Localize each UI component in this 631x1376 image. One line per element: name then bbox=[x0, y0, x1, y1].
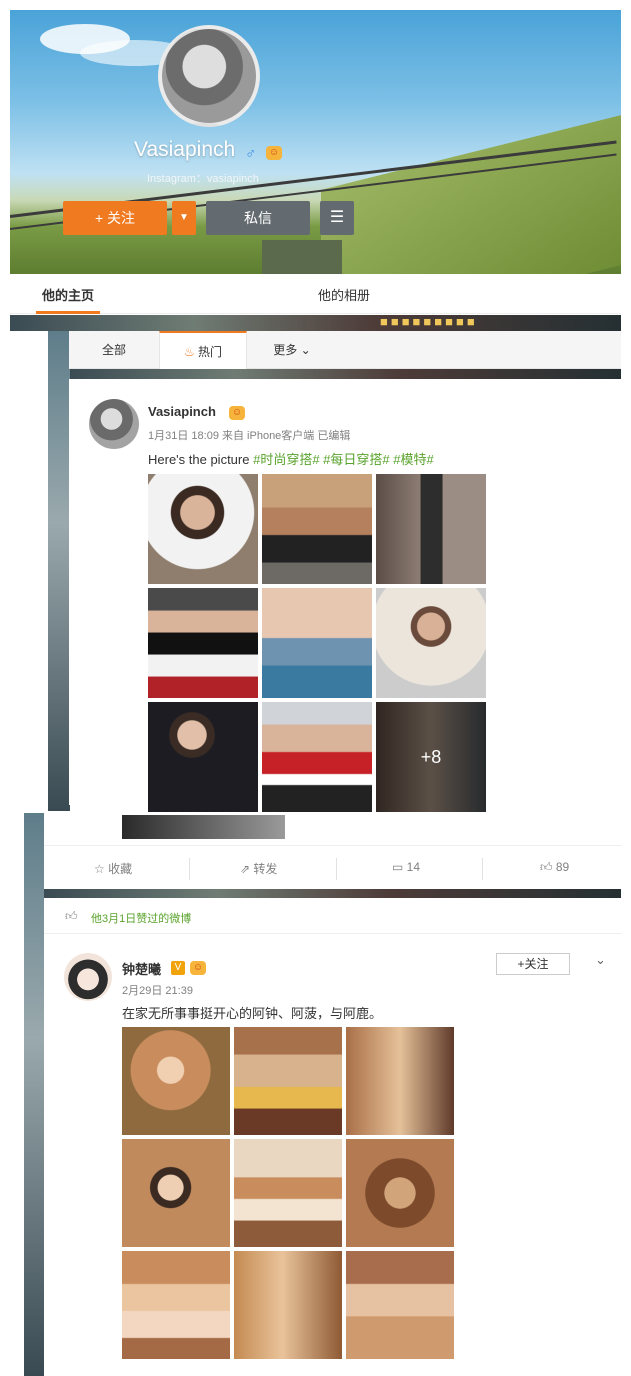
star-icon: ☆ bbox=[94, 862, 109, 876]
author-name[interactable]: 钟楚曦 bbox=[122, 959, 161, 978]
photo-thumbnail[interactable] bbox=[148, 588, 258, 698]
repost-label: 转发 bbox=[253, 862, 278, 876]
author-avatar[interactable] bbox=[64, 953, 112, 1001]
post-meta[interactable]: 2月29日 21:39 bbox=[122, 982, 193, 998]
follow-dropdown-button[interactable]: ▼ bbox=[172, 201, 196, 235]
divider bbox=[482, 858, 483, 880]
profile-avatar[interactable] bbox=[158, 25, 260, 127]
chevron-down-icon: ⌄ bbox=[297, 343, 311, 357]
photo-thumbnail[interactable] bbox=[346, 1139, 454, 1247]
photo-thumbnail[interactable] bbox=[148, 474, 258, 584]
liked-post-header: 👍︎ 他3月1日赞过的微博 bbox=[44, 898, 621, 934]
repost-icon: ⇗ bbox=[240, 862, 254, 876]
photo-thumbnail[interactable] bbox=[262, 702, 372, 812]
menu-icon[interactable]: ☰ bbox=[320, 201, 354, 235]
post-text: Here's the picture #时尚穿搭# #每日穿搭# #模特# bbox=[148, 449, 434, 468]
photo-thumbnail[interactable]: +8 bbox=[376, 702, 486, 812]
member-badge-icon[interactable]: ☺ bbox=[229, 406, 245, 420]
photo-thumbnail[interactable] bbox=[234, 1251, 342, 1359]
collect-button[interactable]: ☆ 收藏 bbox=[94, 860, 132, 877]
photo-thumbnail[interactable] bbox=[376, 588, 486, 698]
background-image bbox=[24, 813, 44, 1376]
previous-post-image[interactable] bbox=[122, 815, 285, 839]
weibo-profile-page: Vasiapinch ♂ ☺ Instagram：vasiapinch + 关注… bbox=[0, 0, 631, 1376]
gap bbox=[10, 813, 621, 845]
post-hashtags[interactable]: #时尚穿搭# #每日穿搭# #模特# bbox=[253, 452, 434, 467]
weibo-post: Vasiapinch ☺ 1月31日 18:09 来自 iPhone客户端 已编… bbox=[69, 379, 621, 812]
photo-thumbnail[interactable] bbox=[234, 1027, 342, 1135]
tab-home[interactable]: 他的主页 bbox=[35, 285, 101, 314]
divider bbox=[336, 858, 337, 880]
photo-thumbnail[interactable] bbox=[122, 1251, 230, 1359]
feed-filter-bar: 全部 ♨ 热门 更多 ⌄ bbox=[69, 331, 621, 369]
photo-thumbnail[interactable] bbox=[234, 1139, 342, 1247]
comment-icon: ▭ bbox=[392, 860, 407, 874]
follow-button[interactable]: +关注 bbox=[496, 953, 570, 975]
photo-grid bbox=[122, 1027, 454, 1359]
message-button[interactable]: 私信 bbox=[206, 201, 310, 235]
comment-count: 14 bbox=[406, 860, 421, 874]
tab-album[interactable]: 他的相册 bbox=[318, 285, 370, 304]
filter-hot-label: 热门 bbox=[198, 345, 223, 359]
thumbs-up-icon: 👍︎ bbox=[540, 860, 556, 874]
post-text: 在家无所事事挺开心的阿钟、阿菠，与阿鹿。 bbox=[122, 1006, 383, 1021]
male-icon: ♂ bbox=[245, 145, 257, 162]
author-name[interactable]: Vasiapinch bbox=[148, 404, 216, 419]
thumbs-up-icon: 👍︎ bbox=[65, 909, 78, 923]
sidebar-panel bbox=[10, 600, 48, 800]
member-badge-icon[interactable]: ☺ bbox=[266, 146, 282, 160]
sidebar-panel bbox=[10, 331, 48, 581]
author-avatar[interactable] bbox=[89, 399, 139, 449]
chevron-down-icon[interactable]: ⌄ bbox=[595, 952, 606, 968]
divider bbox=[189, 858, 190, 880]
profile-name: Vasiapinch bbox=[134, 138, 236, 161]
comment-button[interactable]: ▭ 14 bbox=[392, 860, 420, 874]
filter-more[interactable]: 更多 ⌄ bbox=[247, 331, 337, 369]
repost-button[interactable]: ⇗ 转发 bbox=[240, 860, 277, 877]
background-image bbox=[10, 315, 621, 331]
weibo-post: 钟楚曦 V ☺ 2月29日 21:39 在家无所事事挺开心的阿钟、阿菠，与阿鹿。… bbox=[44, 935, 621, 1376]
liked-label: 他3月1日赞过的微博 bbox=[91, 913, 192, 925]
photo-thumbnail[interactable] bbox=[122, 1139, 230, 1247]
like-count: 89 bbox=[555, 860, 570, 874]
background-sign: ■■■■■■■■■ bbox=[380, 314, 478, 329]
profile-instagram: Instagram：vasiapinch bbox=[147, 173, 259, 185]
verified-icon: V bbox=[171, 961, 185, 975]
photo-thumbnail[interactable] bbox=[376, 474, 486, 584]
photo-thumbnail[interactable] bbox=[262, 588, 372, 698]
member-badge-icon[interactable]: ☺ bbox=[190, 961, 206, 975]
photo-thumbnail[interactable] bbox=[148, 702, 258, 812]
more-photos-count[interactable]: +8 bbox=[376, 702, 486, 812]
filter-more-label: 更多 bbox=[273, 343, 298, 357]
post-body: Here's the picture bbox=[148, 452, 254, 467]
photo-thumbnail[interactable] bbox=[262, 474, 372, 584]
photo-thumbnail[interactable] bbox=[346, 1027, 454, 1135]
post-meta[interactable]: 1月31日 18:09 来自 iPhone客户端 已编辑 bbox=[148, 427, 350, 443]
photo-grid: +8 bbox=[148, 474, 486, 812]
background-image bbox=[44, 889, 621, 898]
post-action-bar: ☆ 收藏 ⇗ 转发 ▭ 14 👍︎ 89 bbox=[44, 845, 621, 889]
like-button[interactable]: 👍︎ 89 bbox=[540, 860, 569, 875]
photo-thumbnail[interactable] bbox=[346, 1251, 454, 1359]
filter-all[interactable]: 全部 bbox=[69, 331, 159, 369]
profile-tabs: 他的主页 他的相册 bbox=[10, 276, 621, 314]
hill bbox=[321, 110, 621, 274]
flame-icon: ♨ bbox=[183, 345, 199, 359]
photo-thumbnail[interactable] bbox=[122, 1027, 230, 1135]
background-image bbox=[69, 369, 621, 379]
background-image bbox=[48, 331, 70, 811]
stairs bbox=[262, 240, 342, 274]
collect-label: 收藏 bbox=[108, 862, 133, 876]
follow-button[interactable]: + 关注 bbox=[63, 201, 167, 235]
filter-hot[interactable]: ♨ 热门 bbox=[159, 331, 247, 369]
